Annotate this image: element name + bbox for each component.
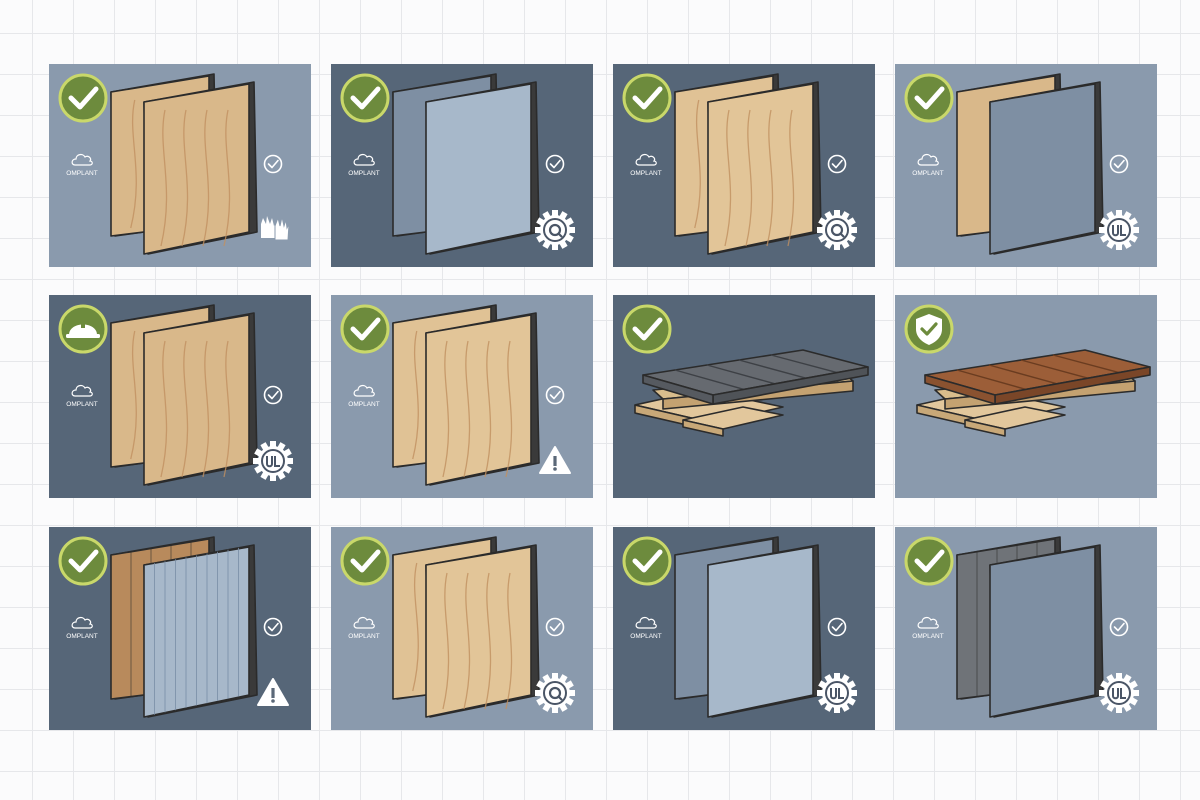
small-check-icon: [545, 385, 565, 405]
material-tile[interactable]: OMPLANT: [49, 64, 311, 267]
ul-seal-icon: [253, 441, 293, 481]
compliance-logo: [353, 616, 375, 629]
material-tile[interactable]: OMPLANT: [331, 295, 593, 498]
check-badge: [904, 73, 954, 123]
material-tile[interactable]: OMPLANT: [49, 527, 311, 730]
material-tile[interactable]: OMPLANT: [331, 64, 593, 267]
ul-seal-icon: [1099, 210, 1139, 250]
compliance-label: OMPLANT: [630, 633, 661, 640]
compliance-logo: [71, 616, 93, 629]
compliance-label: OMPLANT: [348, 170, 379, 177]
check-badge: [58, 73, 108, 123]
material-grid: OMPLANT OMPLANT OMPLANT OMPLANT OMPLANT OMPLA…: [0, 0, 1200, 800]
gear-seal-icon: [817, 210, 857, 250]
ul-seal-icon: [817, 673, 857, 713]
warning-icon: [257, 678, 289, 706]
check-badge: [622, 304, 672, 354]
small-check-icon: [263, 154, 283, 174]
check-badge: [340, 536, 390, 586]
check-badge: [340, 304, 390, 354]
compliance-label: OMPLANT: [630, 170, 661, 177]
check-badge: [622, 536, 672, 586]
small-check-icon: [1109, 617, 1129, 637]
material-tile[interactable]: OMPLANT: [613, 64, 875, 267]
small-check-icon: [545, 154, 565, 174]
compliance-label: OMPLANT: [66, 401, 97, 408]
check-badge: [904, 536, 954, 586]
material-tile[interactable]: OMPLANT: [331, 527, 593, 730]
material-tile[interactable]: OMPLANT: [895, 64, 1157, 267]
siding-panels: [110, 536, 258, 718]
check-badge: [340, 73, 390, 123]
small-check-icon: [263, 385, 283, 405]
gloves-icon: [261, 216, 290, 241]
small-check-icon: [263, 617, 283, 637]
material-tile[interactable]: OMPLANT: [49, 295, 311, 498]
wood-panels-light: [674, 73, 822, 255]
compliance-label: OMPLANT: [348, 401, 379, 408]
compliance-logo: [353, 384, 375, 397]
compliance-label: OMPLANT: [912, 170, 943, 177]
compliance-label: OMPLANT: [348, 633, 379, 640]
compliance-logo: [917, 153, 939, 166]
warning-icon: [539, 446, 571, 474]
compliance-label: OMPLANT: [66, 170, 97, 177]
compliance-logo: [917, 616, 939, 629]
small-check-icon: [827, 617, 847, 637]
hardhat-badge: [58, 304, 108, 354]
compliance-logo: [71, 384, 93, 397]
shield-badge: [904, 304, 954, 354]
dark-planks: [634, 349, 869, 437]
composite-panels: [956, 73, 1104, 255]
compliance-logo: [635, 153, 657, 166]
wood-panels: [110, 304, 258, 486]
wood-panels-light: [392, 536, 540, 718]
cedar-planks: [916, 349, 1151, 437]
compliance-label: OMPLANT: [66, 633, 97, 640]
gear-seal-icon: [535, 210, 575, 250]
material-tile[interactable]: OMPLANT: [613, 527, 875, 730]
compliance-label: OMPLANT: [912, 633, 943, 640]
small-check-icon: [1109, 154, 1129, 174]
gypsum-panels: [392, 73, 540, 255]
small-check-icon: [545, 617, 565, 637]
wood-panels-light: [392, 304, 540, 486]
check-badge: [58, 536, 108, 586]
slate-panels: [956, 536, 1104, 718]
material-tile[interactable]: [613, 295, 875, 498]
gear-seal-icon: [535, 673, 575, 713]
material-tile[interactable]: [895, 295, 1157, 498]
compliance-logo: [353, 153, 375, 166]
gypsum-panels: [674, 536, 822, 718]
compliance-logo: [71, 153, 93, 166]
compliance-logo: [635, 616, 657, 629]
ul-seal-icon: [1099, 673, 1139, 713]
material-tile[interactable]: OMPLANT: [895, 527, 1157, 730]
wood-panels: [110, 73, 258, 255]
small-check-icon: [827, 154, 847, 174]
check-badge: [622, 73, 672, 123]
